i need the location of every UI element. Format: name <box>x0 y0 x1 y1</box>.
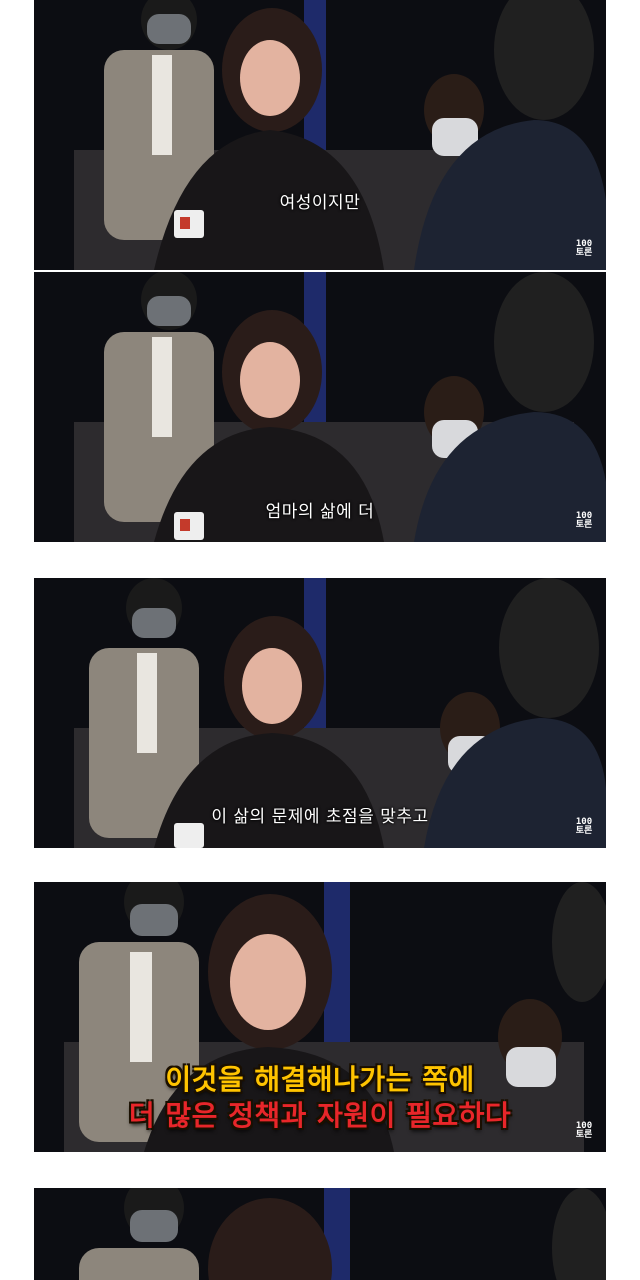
broadcast-logo: 100 토론 <box>575 1121 593 1140</box>
subtitle-line-red: 더 많은 정책과 자원이 필요하다 <box>128 1099 512 1132</box>
broadcast-logo: 100 토론 <box>575 511 593 530</box>
video-frame-1: 여성이지만 100 토론 <box>34 0 606 270</box>
broadcast-logo: 100 토론 <box>575 239 593 258</box>
subtitle-text: 여성이지만 <box>279 193 361 213</box>
subtitle-text: 이 삶의 문제에 초점을 맞추고 <box>211 807 429 827</box>
subtitle-line-yellow: 이것을 해결해나가는 쪽에 <box>165 1063 475 1096</box>
video-frame-2: 엄마의 삶에 더 100 토론 <box>34 272 606 542</box>
video-frame-3: 이 삶의 문제에 초점을 맞추고 100 토론 <box>34 578 606 848</box>
subtitle-text: 엄마의 삶에 더 <box>265 502 375 522</box>
video-frame-5 <box>34 1188 606 1280</box>
studio-scene-image <box>34 1188 606 1280</box>
emphasis-subtitle: 이것을 해결해나가는 쪽에 더 많은 정책과 자원이 필요하다 <box>34 1062 606 1134</box>
video-frame-4: 이것을 해결해나가는 쪽에 더 많은 정책과 자원이 필요하다 100 토론 <box>34 882 606 1152</box>
studio-scene-image <box>34 0 606 270</box>
broadcast-logo: 100 토론 <box>575 817 593 836</box>
